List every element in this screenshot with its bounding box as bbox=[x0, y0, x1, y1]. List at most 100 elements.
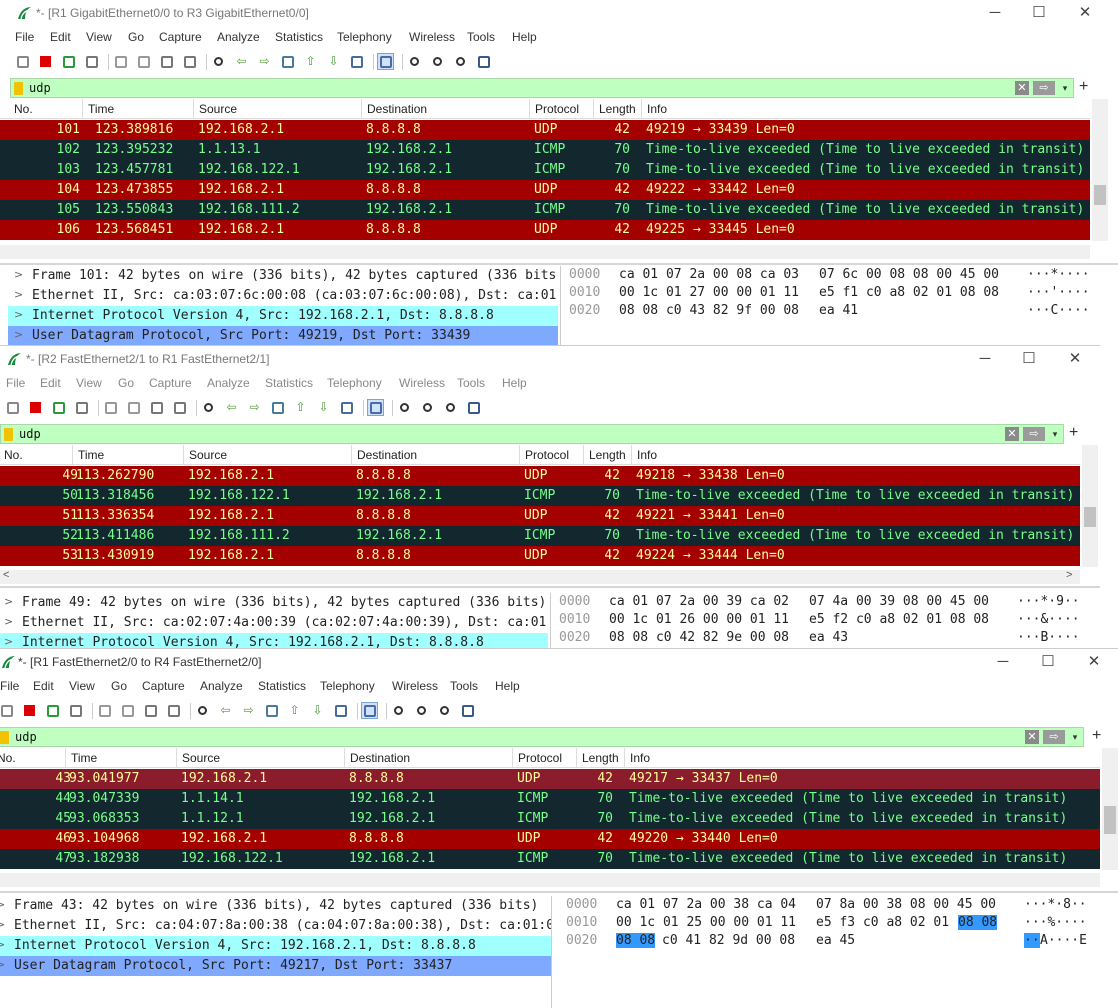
go-first-icon[interactable]: ⇧ bbox=[302, 53, 319, 70]
detail-row-ipv4[interactable]: >Internet Protocol Version 4, Src: 192.1… bbox=[0, 633, 548, 648]
detail-row-ipv4[interactable]: >Internet Protocol Version 4, Src: 192.1… bbox=[0, 936, 551, 956]
save-file-icon[interactable] bbox=[125, 399, 142, 416]
detail-row-udp[interactable]: >User Datagram Protocol, Src Port: 49217… bbox=[0, 956, 551, 976]
col-source[interactable]: Source bbox=[199, 102, 237, 116]
open-file-icon[interactable] bbox=[112, 53, 129, 70]
col-length[interactable]: Length bbox=[582, 751, 619, 765]
packet-row[interactable]: 46 93.104968 192.168.2.1 8.8.8.8 UDP 42 49220 … bbox=[0, 829, 1100, 849]
menu-capture[interactable]: Capture bbox=[142, 679, 185, 693]
expand-caret-icon[interactable]: > bbox=[0, 958, 5, 971]
packet-row[interactable]: 106 123.568451 192.168.2.1 8.8.8.8 UDP 42 4922… bbox=[0, 220, 1090, 240]
add-filter-button[interactable]: + bbox=[1092, 727, 1101, 745]
packet-row[interactable]: 102 123.395232 1.1.13.1 192.168.2.1 ICMP 70 Ti… bbox=[0, 140, 1090, 160]
menu-help[interactable]: Help bbox=[495, 679, 520, 693]
reload-icon[interactable] bbox=[171, 399, 188, 416]
capture-options-icon[interactable] bbox=[83, 53, 100, 70]
menu-wireless[interactable]: Wireless bbox=[409, 30, 455, 44]
maximize-button[interactable]: ☐ bbox=[1033, 651, 1063, 673]
zoom-in-icon[interactable] bbox=[396, 399, 413, 416]
zoom-normal-icon[interactable] bbox=[442, 399, 459, 416]
col-time[interactable]: Time bbox=[71, 751, 97, 765]
title-bar[interactable]: *- [R1 FastEthernet2/0 to R4 FastEtherne… bbox=[0, 649, 1118, 675]
menu-statistics[interactable]: Statistics bbox=[265, 376, 313, 390]
autoscroll-icon[interactable] bbox=[338, 399, 355, 416]
packet-row[interactable]: 49 113.262790 192.168.2.1 8.8.8.8 UDP 42 49218… bbox=[0, 466, 1080, 486]
go-last-icon[interactable]: ⇩ bbox=[325, 53, 342, 70]
filter-input[interactable]: udp bbox=[19, 427, 41, 441]
menu-help[interactable]: Help bbox=[512, 30, 537, 44]
zoom-normal-icon[interactable] bbox=[452, 53, 469, 70]
col-destination[interactable]: Destination bbox=[367, 102, 427, 116]
apply-filter-button[interactable]: ⇨ bbox=[1043, 730, 1065, 744]
close-button[interactable]: ✕ bbox=[1060, 348, 1090, 370]
go-back-icon[interactable]: ⇦ bbox=[233, 53, 250, 70]
expand-caret-icon[interactable]: > bbox=[14, 288, 23, 301]
col-destination[interactable]: Destination bbox=[350, 751, 410, 765]
col-protocol[interactable]: Protocol bbox=[525, 448, 569, 462]
col-info[interactable]: Info bbox=[647, 102, 667, 116]
expand-caret-icon[interactable]: > bbox=[14, 308, 23, 321]
filter-input[interactable]: udp bbox=[29, 81, 51, 95]
stop-capture-icon[interactable] bbox=[37, 53, 54, 70]
detail-row-ipv4[interactable]: >Internet Protocol Version 4, Src: 192.1… bbox=[8, 306, 558, 326]
col-info[interactable]: Info bbox=[637, 448, 657, 462]
packet-row[interactable]: 51 113.336354 192.168.2.1 8.8.8.8 UDP 42 49221… bbox=[0, 506, 1080, 526]
colorize-icon[interactable] bbox=[361, 702, 378, 719]
go-to-packet-icon[interactable] bbox=[269, 399, 286, 416]
col-protocol[interactable]: Protocol bbox=[518, 751, 562, 765]
expand-caret-icon[interactable]: > bbox=[0, 898, 5, 911]
minimize-button[interactable]: ─ bbox=[980, 2, 1010, 24]
col-time[interactable]: Time bbox=[88, 102, 114, 116]
packet-row[interactable]: 44 93.047339 1.1.14.1 192.168.2.1 ICMP 70 Time… bbox=[0, 789, 1100, 809]
menu-telephony[interactable]: Telephony bbox=[337, 30, 392, 44]
detail-row-frame[interactable]: >Frame 43: 42 bytes on wire (336 bits), … bbox=[0, 896, 551, 916]
packet-row[interactable]: 105 123.550843 192.168.111.2 192.168.2.1 ICM… bbox=[0, 200, 1090, 220]
stop-capture-icon[interactable] bbox=[21, 702, 38, 719]
detail-row-ethernet[interactable]: > Ethernet II, Src: ca:02:07:4a:00:39 (ca… bbox=[0, 613, 548, 633]
colorize-icon[interactable] bbox=[367, 399, 384, 416]
menu-file[interactable]: File bbox=[15, 30, 34, 44]
open-file-icon[interactable] bbox=[102, 399, 119, 416]
col-length[interactable]: Length bbox=[599, 102, 636, 116]
clear-filter-button[interactable]: ✕ bbox=[1025, 730, 1039, 744]
packet-row[interactable]: 103 123.457781 192.168.122.1 192.168.2.1 ICM… bbox=[0, 160, 1090, 180]
packet-list-hscrollbar[interactable] bbox=[0, 245, 1090, 259]
col-destination[interactable]: Destination bbox=[357, 448, 417, 462]
menu-telephony[interactable]: Telephony bbox=[327, 376, 382, 390]
zoom-in-icon[interactable] bbox=[406, 53, 423, 70]
restart-capture-icon[interactable] bbox=[44, 702, 61, 719]
zoom-out-icon[interactable] bbox=[419, 399, 436, 416]
go-to-packet-icon[interactable] bbox=[263, 702, 280, 719]
menu-statistics[interactable]: Statistics bbox=[258, 679, 306, 693]
filter-bookmark-icon[interactable] bbox=[0, 731, 9, 744]
col-info[interactable]: Info bbox=[630, 751, 650, 765]
packet-list-scrollbar[interactable] bbox=[1092, 99, 1108, 241]
menu-file[interactable]: File bbox=[0, 679, 19, 693]
add-filter-button[interactable]: + bbox=[1069, 424, 1078, 442]
go-back-icon[interactable]: ⇦ bbox=[223, 399, 240, 416]
menu-go[interactable]: Go bbox=[118, 376, 134, 390]
filter-input[interactable]: udp bbox=[15, 730, 37, 744]
restart-capture-icon[interactable] bbox=[60, 53, 77, 70]
display-filter-bar[interactable]: udp ✕ ⇨ ▾ bbox=[10, 78, 1074, 98]
menu-capture[interactable]: Capture bbox=[149, 376, 192, 390]
detail-row-ethernet[interactable]: > Ethernet II, Src: ca:03:07:6c:00:08 (ca… bbox=[8, 286, 558, 306]
filter-bookmark-icon[interactable] bbox=[14, 82, 23, 95]
shark-fin-start-icon[interactable] bbox=[4, 399, 21, 416]
packet-row[interactable]: 47 93.182938 192.168.122.1 192.168.2.1 ICMP 7… bbox=[0, 849, 1100, 869]
close-button[interactable]: ✕ bbox=[1070, 2, 1100, 24]
menu-tools[interactable]: Tools bbox=[457, 376, 485, 390]
zoom-normal-icon[interactable] bbox=[436, 702, 453, 719]
packet-row[interactable]: 104 123.473855 192.168.2.1 8.8.8.8 UDP 42 4922… bbox=[0, 180, 1090, 200]
go-first-icon[interactable]: ⇧ bbox=[286, 702, 303, 719]
go-forward-icon[interactable]: ⇨ bbox=[240, 702, 257, 719]
packet-row[interactable]: 50 113.318456 192.168.122.1 192.168.2.1 ICMP… bbox=[0, 486, 1080, 506]
capture-options-icon[interactable] bbox=[73, 399, 90, 416]
expand-caret-icon[interactable]: > bbox=[14, 328, 23, 341]
menu-telephony[interactable]: Telephony bbox=[320, 679, 375, 693]
maximize-button[interactable]: ☐ bbox=[1024, 2, 1054, 24]
restart-capture-icon[interactable] bbox=[50, 399, 67, 416]
find-packet-icon[interactable] bbox=[200, 399, 217, 416]
packet-row[interactable]: 45 93.068353 1.1.12.1 192.168.2.1 ICMP 70 Time… bbox=[0, 809, 1100, 829]
packet-list-hscrollbar[interactable]: < > bbox=[0, 569, 1080, 584]
